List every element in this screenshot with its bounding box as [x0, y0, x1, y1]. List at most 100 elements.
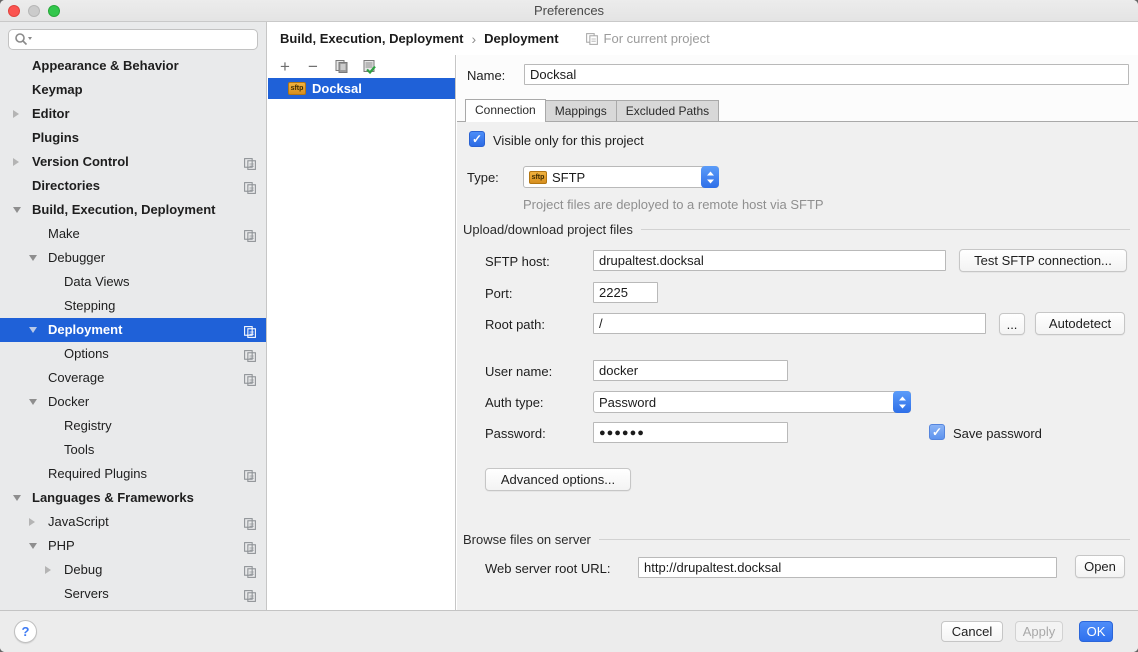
save-password-checkbox[interactable]: ✓ [929, 424, 945, 440]
sidebar-item-directories[interactable]: Directories [0, 174, 266, 198]
sidebar-item-keymap[interactable]: Keymap [0, 78, 266, 102]
visible-only-label: Visible only for this project [493, 133, 644, 148]
settings-tree: Appearance & BehaviorKeymapEditorPlugins… [0, 54, 266, 606]
port-label: Port: [485, 286, 512, 301]
sidebar-item-debugger[interactable]: Debugger [0, 246, 266, 270]
web-server-root-url-label: Web server root URL: [485, 561, 610, 576]
upload-section-label: Upload/download project files [463, 222, 641, 237]
remove-server-button[interactable]: − [304, 58, 322, 76]
sidebar-item-coverage[interactable]: Coverage [0, 366, 266, 390]
auth-type-label: Auth type: [485, 395, 544, 410]
sidebar-item-deployment[interactable]: Deployment [0, 318, 266, 342]
settings-sidebar: Appearance & BehaviorKeymapEditorPlugins… [0, 22, 267, 610]
browse-root-path-button[interactable]: ... [999, 313, 1025, 335]
dropdown-spinner-icon[interactable] [701, 166, 719, 188]
footer-bar: ? Cancel Apply OK [0, 610, 1138, 652]
project-scope-icon [243, 179, 257, 193]
sidebar-item-version-control[interactable]: Version Control [0, 150, 266, 174]
sidebar-item-tools[interactable]: Tools [0, 438, 266, 462]
advanced-options-button[interactable]: Advanced options... [485, 468, 631, 491]
auth-type-select[interactable]: Password [593, 391, 911, 413]
scope-label: For current project [604, 31, 710, 46]
sidebar-item-registry[interactable]: Registry [0, 414, 266, 438]
sidebar-item-languages-frameworks[interactable]: Languages & Frameworks [0, 486, 266, 510]
project-scope-icon [243, 587, 257, 601]
search-input[interactable] [8, 29, 258, 50]
browse-section-label: Browse files on server [463, 532, 599, 547]
user-name-input[interactable] [593, 360, 788, 381]
port-input[interactable] [593, 282, 658, 303]
collapse-arrow-icon[interactable] [29, 543, 37, 549]
sidebar-item-stepping[interactable]: Stepping [0, 294, 266, 318]
project-scope-icon [243, 563, 257, 577]
save-password-label: Save password [953, 426, 1042, 441]
expand-arrow-icon[interactable] [13, 158, 19, 166]
project-scope-icon [243, 371, 257, 385]
use-as-default-button[interactable] [360, 58, 378, 76]
tab-connection[interactable]: Connection [465, 99, 546, 122]
cancel-button[interactable]: Cancel [941, 621, 1003, 642]
expand-arrow-icon[interactable] [45, 566, 51, 574]
sidebar-item-debug[interactable]: Debug [0, 558, 266, 582]
sidebar-item-php[interactable]: PHP [0, 534, 266, 558]
ok-button[interactable]: OK [1079, 621, 1113, 642]
breadcrumb-separator: › [471, 31, 476, 47]
sidebar-item-editor[interactable]: Editor [0, 102, 266, 126]
add-server-button[interactable]: + [276, 58, 294, 76]
project-scope-icon [243, 155, 257, 169]
sidebar-item-appearance-behavior[interactable]: Appearance & Behavior [0, 54, 266, 78]
collapse-arrow-icon[interactable] [29, 255, 37, 261]
sftp-file-icon: sftp [288, 82, 306, 95]
auth-type-value: Password [599, 395, 656, 410]
sidebar-item-required-plugins[interactable]: Required Plugins [0, 462, 266, 486]
collapse-arrow-icon[interactable] [29, 327, 37, 333]
project-scope-icon [585, 32, 599, 46]
apply-button[interactable]: Apply [1015, 621, 1063, 642]
project-scope-icon [243, 515, 257, 529]
collapse-arrow-icon[interactable] [13, 495, 21, 501]
sidebar-item-build-execution-deployment[interactable]: Build, Execution, Deployment [0, 198, 266, 222]
open-url-button[interactable]: Open [1075, 555, 1125, 578]
autodetect-button[interactable]: Autodetect [1035, 312, 1125, 335]
collapse-arrow-icon[interactable] [13, 207, 21, 213]
sidebar-item-options[interactable]: Options [0, 342, 266, 366]
tab-strip: ConnectionMappingsExcluded Paths [465, 99, 718, 122]
collapse-arrow-icon[interactable] [29, 399, 37, 405]
dropdown-spinner-icon[interactable] [893, 391, 911, 413]
sidebar-item-data-views[interactable]: Data Views [0, 270, 266, 294]
type-select[interactable]: sftp SFTP [523, 166, 719, 188]
sidebar-item-javascript[interactable]: JavaScript [0, 510, 266, 534]
tab-excluded-paths[interactable]: Excluded Paths [616, 100, 719, 122]
sftp-host-input[interactable] [593, 250, 946, 271]
breadcrumb-current: Deployment [484, 31, 558, 46]
sftp-type-icon: sftp [529, 171, 547, 184]
browse-section-header: Browse files on server [463, 532, 1130, 547]
sidebar-item-servers[interactable]: Servers [0, 582, 266, 606]
expand-arrow-icon[interactable] [13, 110, 19, 118]
sidebar-item-make[interactable]: Make [0, 222, 266, 246]
sidebar-item-plugins[interactable]: Plugins [0, 126, 266, 150]
breadcrumb-parent[interactable]: Build, Execution, Deployment [280, 31, 463, 46]
name-input[interactable] [524, 64, 1129, 85]
search-container [8, 29, 258, 50]
test-sftp-connection-button[interactable]: Test SFTP connection... [959, 249, 1127, 272]
copy-server-button[interactable] [332, 58, 350, 76]
server-list-item-docksal[interactable]: sftp Docksal [268, 78, 455, 99]
project-scope-icon [243, 539, 257, 553]
window-title: Preferences [0, 3, 1138, 18]
help-button[interactable]: ? [14, 620, 37, 643]
project-scope-icon [243, 347, 257, 361]
web-server-root-url-input[interactable] [638, 557, 1057, 578]
expand-arrow-icon[interactable] [29, 518, 35, 526]
breadcrumb: Build, Execution, Deployment › Deploymen… [268, 22, 1138, 55]
sidebar-item-docker[interactable]: Docker [0, 390, 266, 414]
visible-only-checkbox[interactable]: ✓ [469, 131, 485, 147]
root-path-input[interactable] [593, 313, 986, 334]
type-hint: Project files are deployed to a remote h… [523, 197, 824, 212]
upload-section-header: Upload/download project files [463, 222, 1130, 237]
titlebar: Preferences [0, 0, 1138, 22]
password-label: Password: [485, 426, 546, 441]
section-divider [599, 539, 1130, 540]
tab-mappings[interactable]: Mappings [545, 100, 617, 122]
password-input[interactable] [593, 422, 788, 443]
